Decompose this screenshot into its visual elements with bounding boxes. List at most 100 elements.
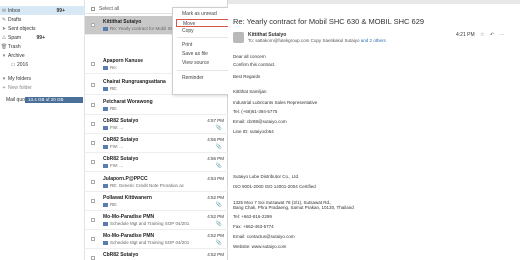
message-row[interactable]: CbR82 Sutaiyo 4:52 PM bbox=[85, 249, 228, 260]
row-checkbox[interactable] bbox=[91, 180, 95, 184]
message-sender: CbR82 Sutaiyo bbox=[103, 156, 139, 162]
message-time: 4:21 PM bbox=[456, 32, 475, 38]
chevron-down-icon: ▾ bbox=[2, 75, 6, 82]
message-subject: RE: bbox=[103, 202, 193, 207]
to-address[interactable]: sattakorn@futekgroup.com bbox=[255, 38, 309, 43]
menu-item-move[interactable]: Move bbox=[176, 19, 231, 27]
message-subject-text: RE: bbox=[110, 106, 118, 111]
cc-more-link[interactable]: and 2 others bbox=[361, 38, 386, 43]
plus-icon: + bbox=[2, 84, 6, 91]
sidebar-item-spam[interactable]: ⚠ Spam 99+ bbox=[0, 33, 85, 42]
flag-icon bbox=[103, 86, 108, 91]
sidebar-item-trash[interactable]: 🗑 Trash bbox=[0, 42, 85, 51]
sidebar-item-label: Trash bbox=[8, 43, 21, 50]
message-sender: Julaporn.P@PPCC bbox=[103, 176, 148, 182]
cc-label: Copy bbox=[310, 38, 322, 43]
message-body-line: Website: www.sutaiyo.com bbox=[233, 244, 287, 249]
select-all-checkbox[interactable] bbox=[91, 7, 95, 11]
sidebar-item-archive[interactable]: ▾ Archive bbox=[0, 51, 85, 60]
row-checkbox[interactable] bbox=[91, 122, 95, 126]
spam-icon: ⚠ bbox=[1, 34, 7, 41]
message-subject-text: RE: bbox=[110, 202, 118, 207]
message-subject-text: RE: Generic Credit Note Proration ac bbox=[110, 183, 185, 188]
row-checkbox[interactable] bbox=[91, 256, 95, 260]
message-row[interactable]: Pollawat Kittiwanern RE: 4:52 PM 📎 bbox=[85, 192, 228, 211]
flag-icon bbox=[103, 183, 108, 188]
flag-icon bbox=[103, 240, 108, 245]
menu-divider bbox=[177, 37, 229, 38]
row-checkbox[interactable] bbox=[91, 218, 95, 222]
message-row[interactable]: Julaporn.P@PPCC RE: Generic Credit Note P… bbox=[85, 173, 228, 192]
sidebar-item-sent[interactable]: ➤ Sent objects bbox=[0, 24, 85, 33]
trash-icon: 🗑 bbox=[0, 43, 8, 50]
message-subject-text: FW: ... bbox=[110, 163, 124, 168]
message-title: Re: Yearly contract for Mobil SHC 630 & … bbox=[233, 17, 425, 26]
row-checkbox[interactable] bbox=[91, 62, 95, 66]
select-all-label: Select all bbox=[99, 6, 120, 12]
attachment-icon: 📎 bbox=[215, 163, 222, 169]
sidebar: ✉ Inbox 99+ ✎ Drafts ➤ Sent objects ⚠ Sp… bbox=[0, 0, 85, 260]
message-sender: Chairat Rungruangsattana bbox=[103, 79, 166, 85]
menu-item-save-as-file[interactable]: Save as file bbox=[173, 50, 231, 58]
message-subject-text: Schedule Mgt and Training SOP 04/201 bbox=[110, 240, 190, 245]
attachment-icon: 📎 bbox=[215, 144, 222, 150]
message-row[interactable]: CbR82 Sutaiyo FW: ... 4:57 PM 📎 bbox=[85, 115, 228, 134]
flag-icon bbox=[103, 125, 108, 130]
message-body-line: Tel: +662-816-2299 bbox=[233, 214, 272, 219]
sidebar-item-archive-2016[interactable]: ▭ 2016 bbox=[0, 60, 85, 69]
row-checkbox[interactable] bbox=[91, 160, 95, 164]
sidebar-item-label: New folder bbox=[8, 84, 32, 91]
cc-name[interactable]: Saetikakul Sutaiyo bbox=[322, 38, 359, 43]
message-time: 4:52 PM bbox=[207, 252, 224, 257]
attachment-icon: 📎 bbox=[215, 221, 222, 227]
message-subject-text: Schedule Mgt and Training SOP 04/201 bbox=[110, 221, 190, 226]
sent-icon: ➤ bbox=[1, 25, 7, 32]
message-row[interactable]: CbR82 Sutaiyo FW: ... 4:56 PM 📎 bbox=[85, 134, 228, 153]
message-body-line: ISO 9001-2000 ISO 14001-2004 Certified bbox=[233, 184, 316, 189]
message-row[interactable]: Petcharat Worawong RE: bbox=[85, 96, 228, 115]
row-checkbox[interactable] bbox=[91, 103, 95, 107]
message-time: 4:52 PM bbox=[207, 195, 224, 200]
sidebar-section-label: My folders bbox=[8, 75, 32, 82]
message-actions-icon[interactable]: ☆ ↶ ⋯ bbox=[480, 32, 506, 38]
reading-pane: Re: Yearly contract for Mobil SHC 630 & … bbox=[228, 4, 520, 260]
message-body-line: Confirm this contract. bbox=[233, 62, 276, 67]
menu-item-copy[interactable]: Copy bbox=[173, 27, 231, 35]
new-folder-button[interactable]: + New folder bbox=[0, 83, 85, 92]
message-row[interactable]: Mo-Mo-Paradise PMN Schedule Mgt and Train… bbox=[85, 211, 228, 230]
message-subject: FW: ... bbox=[103, 163, 193, 168]
row-checkbox[interactable] bbox=[91, 237, 95, 241]
attachment-icon: 📎 bbox=[215, 202, 222, 208]
message-subject: FW: ... bbox=[103, 144, 193, 149]
message-sender: Petcharat Worawong bbox=[103, 99, 153, 105]
sidebar-item-drafts[interactable]: ✎ Drafts bbox=[0, 15, 85, 24]
menu-item-print[interactable]: Print bbox=[173, 41, 231, 49]
row-checkbox[interactable] bbox=[91, 199, 95, 203]
message-subject: RE: Generic Credit Note Proration ac bbox=[103, 183, 193, 188]
my-folders-header[interactable]: ▾ My folders bbox=[0, 74, 85, 83]
message-sender: CbR82 Sutaiyo bbox=[103, 118, 139, 124]
menu-item-view-source[interactable]: View source bbox=[173, 59, 231, 67]
message-body-line: Best Regards bbox=[233, 74, 261, 79]
attachment-icon: 📎 bbox=[215, 240, 222, 246]
sidebar-item-label: Spam bbox=[8, 34, 22, 41]
menu-item-reminder[interactable]: Reminder bbox=[173, 74, 231, 82]
message-sender: Mo-Mo-Paradise PMN bbox=[103, 233, 155, 239]
to-label: To: bbox=[248, 38, 255, 43]
row-checkbox[interactable] bbox=[91, 141, 95, 145]
message-row[interactable]: CbR82 Sutaiyo FW: ... 4:56 PM 📎 bbox=[85, 153, 228, 172]
row-checkbox[interactable] bbox=[91, 23, 95, 27]
sidebar-item-label: 2016 bbox=[17, 61, 29, 68]
recipient-line: To: sattakorn@futekgroup.com Copy Saetik… bbox=[248, 38, 386, 43]
flag-icon bbox=[103, 65, 108, 70]
flag-icon bbox=[103, 202, 108, 207]
sidebar-item-inbox[interactable]: ✉ Inbox 99+ bbox=[0, 6, 85, 15]
message-sender: Mo-Mo-Paradise PMN bbox=[103, 214, 155, 220]
row-checkbox[interactable] bbox=[91, 83, 95, 87]
message-time: 4:52 PM bbox=[207, 233, 224, 238]
sidebar-item-label: Archive bbox=[8, 52, 25, 59]
menu-item-mark-unread[interactable]: Mark as unread bbox=[173, 10, 231, 18]
flag-icon bbox=[103, 26, 108, 31]
message-row[interactable]: Mo-Mo-Paradise PMN Schedule Mgt and Train… bbox=[85, 230, 228, 249]
flag-icon bbox=[103, 163, 108, 168]
